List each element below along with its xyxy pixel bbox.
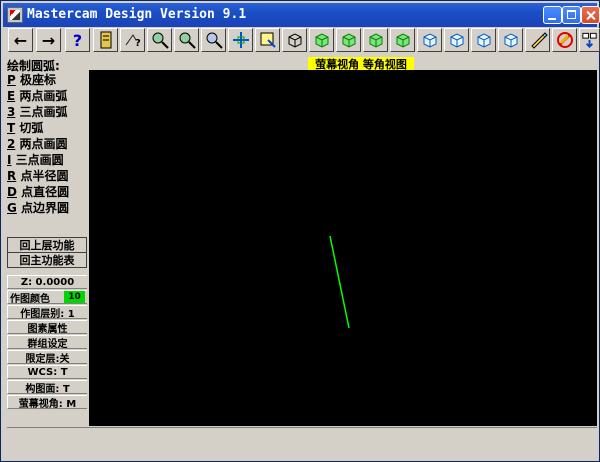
file-icon[interactable] — [93, 28, 118, 52]
sidebar-item-endpoints[interactable]: E 两点画弧 — [7, 87, 87, 103]
attributes-setting[interactable]: 图素属性 — [7, 320, 87, 335]
blue-cube-4-icon[interactable] — [498, 28, 523, 52]
viewport-canvas — [329, 235, 350, 329]
sidebar-item-diameter-circle[interactable]: D 点直径圆 — [7, 183, 87, 199]
close-button[interactable] — [581, 6, 600, 24]
sidebar-item-tangent[interactable]: T 切弧 — [7, 119, 87, 135]
level-setting[interactable]: 作图层别: 1 — [7, 305, 87, 320]
back-menu-button[interactable]: 回上层功能 — [7, 237, 87, 253]
select-window-icon[interactable] — [255, 28, 280, 52]
construction-plane-setting[interactable]: 构图面: T — [7, 380, 87, 395]
side-view-cube-icon[interactable] — [363, 28, 388, 52]
pencil-icon[interactable] — [525, 28, 550, 52]
blue-cube-3-icon[interactable] — [471, 28, 496, 52]
view-label: 萤幕视角 等角视图 — [308, 57, 414, 71]
main-toolbar: ← → ? ? — [7, 28, 600, 56]
pan-icon[interactable] — [228, 28, 253, 52]
mastercam-window: Mastercam Design Version 9.1 ← → ? ? 绘制圆… — [0, 0, 600, 462]
blue-cube-2-icon[interactable] — [444, 28, 469, 52]
status-bar — [7, 427, 597, 454]
limit-level-setting[interactable]: 限定层:关 — [7, 350, 87, 365]
front-view-cube-icon[interactable] — [336, 28, 361, 52]
title-bar[interactable]: Mastercam Design Version 9.1 — [3, 3, 600, 27]
sidebar-item-radius-circle[interactable]: R 点半径圆 — [7, 167, 87, 183]
group-setting[interactable]: 群组设定 — [7, 335, 87, 350]
forward-arrow-button[interactable]: → — [36, 28, 61, 52]
sidebar-item-two-point-circle[interactable]: 2 两点画圆 — [7, 135, 87, 151]
sidebar-item-edge-circle[interactable]: G 点边界圆 — [7, 199, 87, 215]
next-toolbar-icon[interactable] — [579, 28, 600, 52]
sidebar-menu: 绘制圆弧: P 极座标 E 两点画弧 3 三点画弧 T 切弧 2 两点画圆 I … — [7, 56, 87, 426]
mastercam-icon — [7, 7, 23, 23]
z-depth-setting[interactable]: Z: 0.0000 — [7, 275, 87, 289]
zoom-out-icon[interactable] — [174, 28, 199, 52]
graphics-view-setting[interactable]: 萤幕视角: M — [7, 395, 87, 410]
green-line-entity[interactable] — [329, 235, 350, 329]
graphics-viewport[interactable] — [89, 70, 597, 426]
help-button[interactable]: ? — [65, 28, 90, 52]
maximize-button[interactable] — [562, 6, 581, 24]
zoom-in-icon[interactable] — [147, 28, 172, 52]
window-title: Mastercam Design Version 9.1 — [27, 7, 247, 22]
rotate-cube-icon[interactable] — [282, 28, 307, 52]
main-menu-button[interactable]: 回主功能表 — [7, 252, 87, 268]
zoom-window-icon[interactable] — [201, 28, 226, 52]
minimize-button[interactable] — [543, 6, 562, 24]
sidebar-item-three-point-circle[interactable]: I 三点画圆 — [7, 151, 87, 167]
sidebar-item-polar[interactable]: P 极座标 — [7, 71, 87, 87]
color-value-badge: 10 — [64, 291, 85, 303]
back-arrow-button[interactable]: ← — [8, 28, 33, 52]
wcs-setting[interactable]: WCS: T — [7, 365, 87, 379]
blue-cube-icon[interactable] — [417, 28, 442, 52]
sidebar-item-three-point-arc[interactable]: 3 三点画弧 — [7, 103, 87, 119]
delete-icon[interactable] — [552, 28, 577, 52]
analyze-icon[interactable]: ? — [120, 28, 145, 52]
iso-view-cube-icon[interactable] — [390, 28, 415, 52]
svg-text:?: ? — [135, 38, 141, 49]
top-view-cube-icon[interactable] — [309, 28, 334, 52]
